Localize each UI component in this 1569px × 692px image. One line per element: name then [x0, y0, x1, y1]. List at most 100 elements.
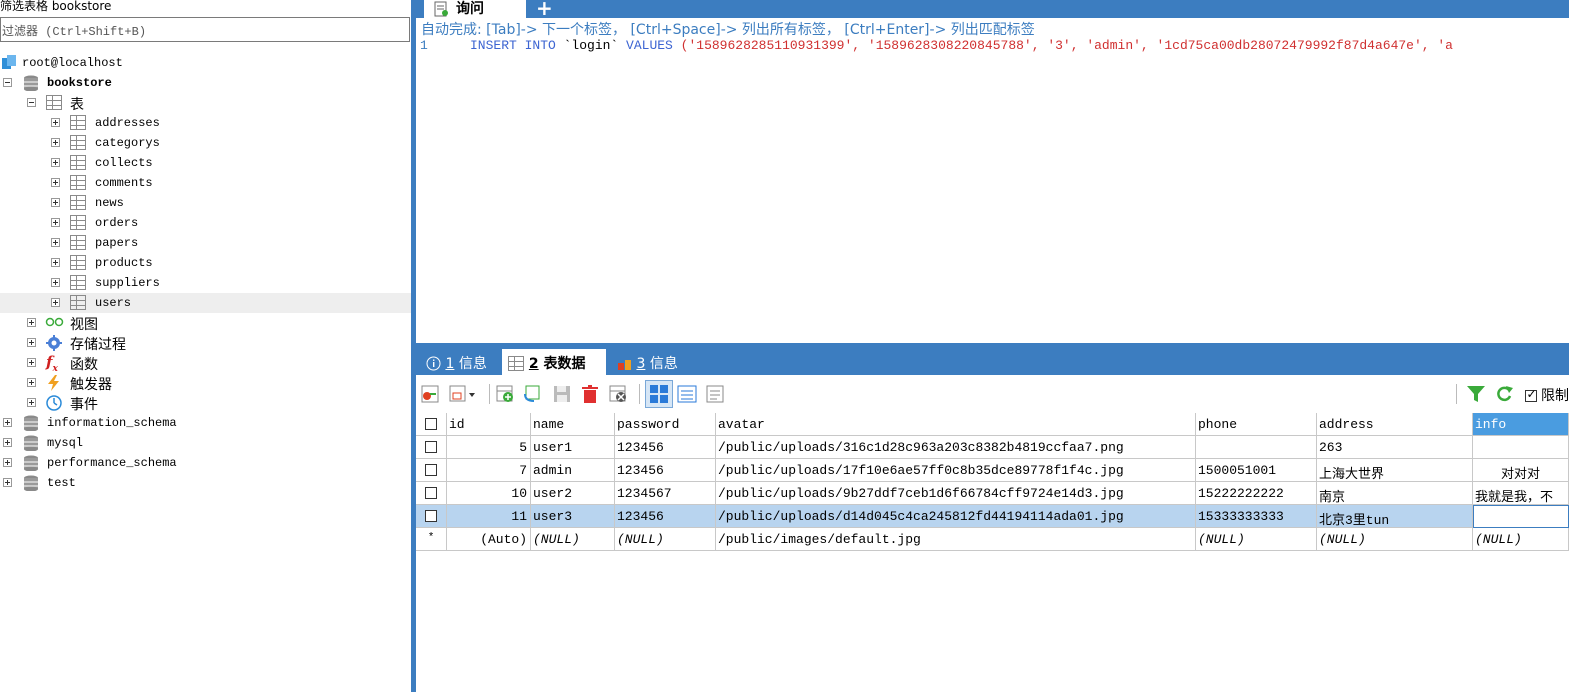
tree-folder-functions[interactable]: fx 函数	[0, 353, 411, 374]
tree-table[interactable]: addresses	[0, 113, 411, 133]
form-view-icon[interactable]	[677, 384, 697, 404]
column-header[interactable]: avatar	[716, 413, 1196, 436]
tree-table[interactable]: papers	[0, 233, 411, 253]
cell-address[interactable]: 上海大世界	[1317, 459, 1473, 482]
tree-db[interactable]: performance_schema	[0, 453, 411, 473]
limit-checkbox[interactable]: ✓ 限制	[1524, 385, 1569, 405]
filter-input[interactable]: 过滤器 (Ctrl+Shift+B)	[0, 17, 410, 42]
save-icon[interactable]	[552, 384, 572, 404]
cell-address[interactable]: 北京3里tun	[1317, 505, 1473, 528]
export-icon[interactable]	[420, 384, 440, 404]
table-row[interactable]: 7 admin 123456 /public/uploads/17f10e6ae…	[416, 459, 1569, 482]
expand-icon[interactable]	[51, 278, 60, 287]
cell-name[interactable]: (NULL)	[531, 528, 615, 551]
cell-info-editing[interactable]	[1473, 505, 1569, 528]
sql-editor-line[interactable]: 1 INSERT INTO `login` VALUES ('158962828…	[416, 38, 1569, 56]
cell-phone[interactable]: 15333333333	[1196, 505, 1317, 528]
tree-folder-procedures[interactable]: 存储过程	[0, 333, 411, 353]
column-header[interactable]: id	[447, 413, 531, 436]
tree-table[interactable]: news	[0, 193, 411, 213]
column-header[interactable]: phone	[1196, 413, 1317, 436]
tree-table[interactable]: collects	[0, 153, 411, 173]
row-checkbox[interactable]	[416, 482, 447, 505]
expand-icon[interactable]	[51, 198, 60, 207]
cell-id[interactable]: (Auto)	[447, 528, 531, 551]
expand-icon[interactable]	[51, 178, 60, 187]
column-header[interactable]: name	[531, 413, 615, 436]
column-header[interactable]: password	[615, 413, 716, 436]
row-checkbox[interactable]	[416, 505, 447, 528]
cell-id[interactable]: 7	[447, 459, 531, 482]
cell-phone[interactable]: 1500051001	[1196, 459, 1317, 482]
tree-db[interactable]: information_schema	[0, 413, 411, 433]
import-dropdown-icon[interactable]	[448, 384, 476, 404]
add-row-icon[interactable]	[495, 384, 515, 404]
cell-info[interactable]	[1473, 436, 1569, 459]
expand-icon[interactable]	[27, 338, 36, 347]
cell-info[interactable]: (NULL)	[1473, 528, 1569, 551]
cell-id[interactable]: 5	[447, 436, 531, 459]
cell-address[interactable]: 263	[1317, 436, 1473, 459]
tree-connection[interactable]: root@localhost	[0, 53, 411, 73]
row-checkbox[interactable]	[416, 436, 447, 459]
expand-icon[interactable]	[51, 298, 60, 307]
refresh-icon[interactable]	[1494, 384, 1514, 404]
column-header[interactable]: address	[1317, 413, 1473, 436]
tree-folder-triggers[interactable]: 触发器	[0, 373, 411, 393]
cell-password[interactable]: 123456	[615, 436, 716, 459]
tree-table-selected[interactable]: users	[0, 293, 411, 313]
cell-password[interactable]: (NULL)	[615, 528, 716, 551]
new-row[interactable]: * (Auto) (NULL) (NULL) /public/images/de…	[416, 528, 1569, 551]
expand-icon[interactable]	[51, 238, 60, 247]
tab-query[interactable]: 询问	[424, 0, 526, 18]
cell-name[interactable]: user1	[531, 436, 615, 459]
cell-phone[interactable]: (NULL)	[1196, 528, 1317, 551]
tree-db[interactable]: mysql	[0, 433, 411, 453]
cell-avatar[interactable]: /public/uploads/17f10e6ae57ff0c8b35dce89…	[716, 459, 1196, 482]
expand-icon[interactable]	[27, 318, 36, 327]
expand-icon[interactable]	[27, 398, 36, 407]
tree-folder-events[interactable]: 事件	[0, 393, 411, 413]
cell-phone[interactable]	[1196, 436, 1317, 459]
cell-id[interactable]: 10	[447, 482, 531, 505]
grid-view-button[interactable]	[645, 380, 673, 408]
cell-name[interactable]: user2	[531, 482, 615, 505]
cell-name[interactable]: user3	[531, 505, 615, 528]
collapse-icon[interactable]	[3, 78, 12, 87]
expand-icon[interactable]	[27, 378, 36, 387]
expand-icon[interactable]	[51, 158, 60, 167]
text-view-icon[interactable]	[705, 384, 725, 404]
expand-icon[interactable]	[27, 358, 36, 367]
tree-table[interactable]: categorys	[0, 133, 411, 153]
cell-id[interactable]: 11	[447, 505, 531, 528]
expand-icon[interactable]	[3, 438, 12, 447]
cell-avatar[interactable]: /public/images/default.jpg	[716, 528, 1196, 551]
cell-password[interactable]: 123456	[615, 459, 716, 482]
cell-name[interactable]: admin	[531, 459, 615, 482]
tree-table[interactable]: orders	[0, 213, 411, 233]
expand-icon[interactable]	[51, 138, 60, 147]
tab-messages[interactable]: 1 信息	[420, 349, 493, 375]
expand-icon[interactable]	[3, 418, 12, 427]
cell-phone[interactable]: 15222222222	[1196, 482, 1317, 505]
cell-address[interactable]: (NULL)	[1317, 528, 1473, 551]
expand-icon[interactable]	[3, 478, 12, 487]
tree-table[interactable]: comments	[0, 173, 411, 193]
cell-avatar[interactable]: /public/uploads/316c1d28c963a203c8382b48…	[716, 436, 1196, 459]
filter-icon[interactable]	[1466, 384, 1486, 404]
row-checkbox[interactable]	[416, 459, 447, 482]
cell-avatar[interactable]: /public/uploads/d14d045c4ca245812fd44194…	[716, 505, 1196, 528]
tree-db[interactable]: test	[0, 473, 411, 493]
table-row[interactable]: 5 user1 123456 /public/uploads/316c1d28c…	[416, 436, 1569, 459]
tree-table[interactable]: suppliers	[0, 273, 411, 293]
tree-folder-views[interactable]: 视图	[0, 313, 411, 333]
add-tab-button[interactable]: +	[536, 0, 553, 20]
cell-avatar[interactable]: /public/uploads/9b27ddf7ceb1d6f66784cff9…	[716, 482, 1196, 505]
column-header-selected[interactable]: info	[1473, 413, 1569, 436]
expand-icon[interactable]	[51, 218, 60, 227]
cell-info[interactable]: 我就是我，不	[1473, 482, 1569, 505]
cell-info[interactable]: 对对对	[1473, 459, 1569, 482]
expand-icon[interactable]	[51, 258, 60, 267]
table-row-selected[interactable]: 11 user3 123456 /public/uploads/d14d045c…	[416, 505, 1569, 528]
collapse-icon[interactable]	[27, 98, 36, 107]
